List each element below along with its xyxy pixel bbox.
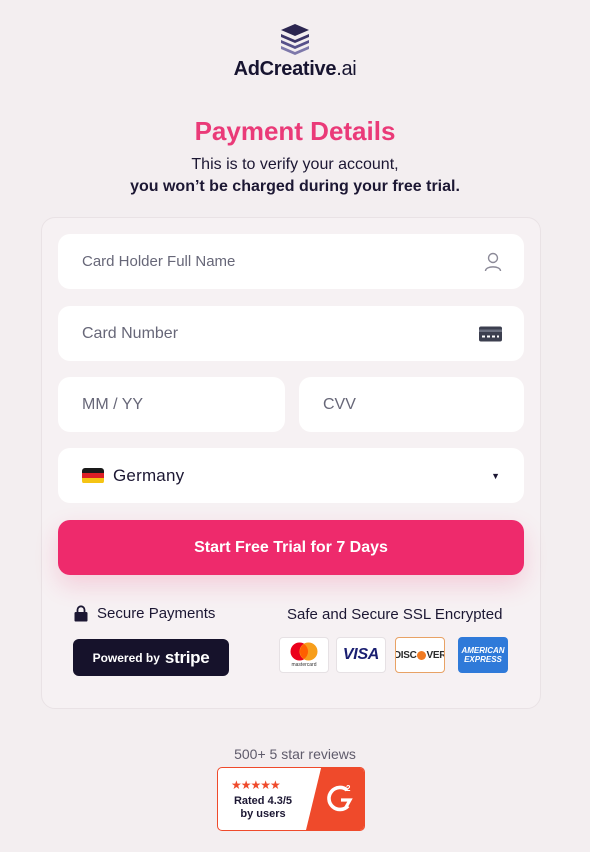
powered-by-label: Powered by	[92, 650, 160, 665]
rating-text: Rated 4.3/5 by users	[233, 795, 293, 820]
brand-logo: AdCreative.ai	[0, 22, 590, 81]
start-trial-button[interactable]: Start Free Trial for 7 Days	[58, 520, 524, 575]
country-value: Germany	[113, 465, 185, 485]
visa-wordmark: VISA	[342, 646, 380, 663]
stripe-wordmark: stripe	[164, 647, 210, 667]
amex-logo: AMERICAN EXPRESS	[458, 637, 508, 673]
subtitle-line2: you won’t be charged during your free tr…	[130, 178, 460, 195]
secure-payments: Secure Payments	[74, 605, 215, 622]
powered-by-stripe-badge: Powered by stripe	[73, 639, 229, 676]
brand-name: AdCreative.ai	[233, 58, 357, 80]
svg-text:2: 2	[346, 784, 351, 793]
credit-card-icon	[479, 326, 502, 341]
expiry-field[interactable]	[58, 377, 285, 432]
cvv-input[interactable]	[323, 395, 524, 414]
reviews-count: 500+ 5 star reviews	[234, 746, 356, 762]
card-number-field[interactable]	[58, 306, 524, 361]
card-holder-field[interactable]	[58, 234, 524, 289]
cvv-field[interactable]	[299, 377, 524, 432]
g2-rating-badge[interactable]: ★★★★★ Rated 4.3/5 by users 2	[217, 767, 365, 831]
discover-logo: DISC VER	[395, 637, 445, 673]
lock-icon	[74, 605, 88, 622]
chevron-down-icon[interactable]: ▼	[491, 471, 500, 481]
mastercard-logo: mastercard	[279, 637, 329, 673]
card-number-input[interactable]	[82, 324, 524, 343]
page-title: Payment Details	[194, 116, 396, 146]
expiry-input[interactable]	[82, 395, 285, 414]
g2-logo-icon: 2	[327, 784, 353, 812]
discover-wordmark: DISC VER	[395, 649, 445, 661]
card-holder-input[interactable]	[82, 253, 524, 270]
amex-wordmark: AMERICAN EXPRESS	[461, 646, 505, 664]
secure-payments-label: Secure Payments	[97, 605, 216, 622]
subtitle-line1: This is to verify your account,	[191, 156, 399, 173]
logo-stack-icon	[281, 24, 309, 55]
germany-flag-icon	[82, 467, 104, 484]
payment-form-card: Germany ▼ Start Free Trial for 7 Days Se…	[41, 217, 541, 709]
mastercard-icon	[290, 642, 318, 661]
visa-logo: VISA	[336, 637, 386, 673]
ssl-label: Safe and Secure SSL Encrypted	[287, 606, 503, 623]
mastercard-label: mastercard	[291, 662, 317, 668]
country-select[interactable]: Germany ▼	[58, 448, 524, 503]
rating-stars: ★★★★★	[231, 778, 281, 792]
user-icon	[484, 252, 502, 271]
